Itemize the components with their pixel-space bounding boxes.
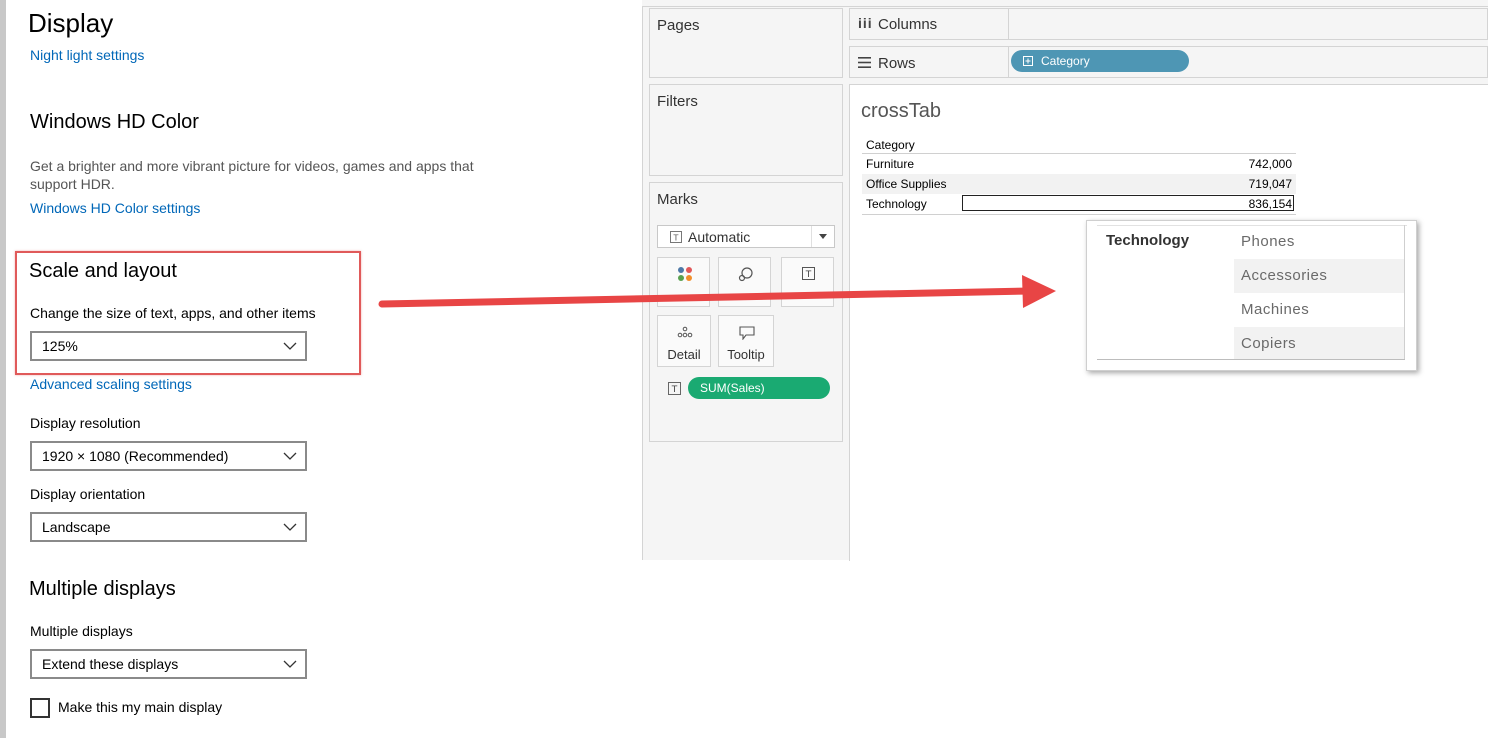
chevron-down-icon xyxy=(283,523,297,531)
mark-type-value: Automatic xyxy=(688,229,751,245)
window-left-edge xyxy=(0,0,6,738)
row-category: Furniture xyxy=(866,157,915,171)
chevron-down-icon xyxy=(283,452,297,460)
chevron-down-icon xyxy=(283,342,297,350)
subcategory-row[interactable]: Copiers xyxy=(1234,327,1404,359)
orientation-dropdown[interactable]: Landscape xyxy=(30,512,307,542)
orientation-label: Display orientation xyxy=(30,486,146,502)
multiple-displays-heading: Multiple displays xyxy=(29,578,176,600)
columns-icon: iii xyxy=(858,15,873,31)
night-light-settings-link[interactable]: Night light settings xyxy=(30,47,144,63)
selected-cell[interactable] xyxy=(962,195,1294,211)
rows-icon xyxy=(858,57,871,68)
subcategory-row[interactable]: Machines xyxy=(1234,293,1404,327)
advanced-scaling-link[interactable]: Advanced scaling settings xyxy=(30,376,192,392)
subcategory-label: Phones xyxy=(1241,233,1295,250)
chevron-down-icon xyxy=(283,660,297,668)
row-value: 742,000 xyxy=(1248,157,1292,171)
main-display-checkbox[interactable] xyxy=(30,698,50,718)
detail-button-label: Detail xyxy=(667,347,701,362)
scale-dropdown[interactable]: 125% xyxy=(30,331,307,361)
zoomed-subcategory-popup: Technology Phones Accessories Machines C… xyxy=(1086,220,1417,371)
columns-drop-area[interactable] xyxy=(1008,9,1487,39)
row-value: 836,154 xyxy=(1248,197,1292,211)
hd-color-description-line2: support HDR. xyxy=(30,176,115,192)
table-row[interactable]: Technology 836,154 xyxy=(862,194,1296,215)
text-encoding-icon: T xyxy=(668,382,681,395)
sheet-title: crossTab xyxy=(861,100,942,122)
columns-label: Columns xyxy=(878,16,938,33)
filters-card[interactable]: Filters xyxy=(649,84,843,176)
hd-color-heading: Windows HD Color xyxy=(30,111,199,133)
rows-label: Rows xyxy=(878,55,916,72)
scale-label: Change the size of text, apps, and other… xyxy=(30,305,316,321)
hd-color-description-line1: Get a brighter and more vibrant picture … xyxy=(30,158,474,174)
row-category: Technology xyxy=(866,197,927,211)
columns-shelf[interactable]: iii Columns xyxy=(849,8,1488,40)
expand-plus-icon[interactable] xyxy=(1023,56,1033,66)
hd-color-settings-link[interactable]: Windows HD Color settings xyxy=(30,200,200,216)
subcategory-label: Copiers xyxy=(1241,335,1297,352)
main-display-checkbox-label: Make this my main display xyxy=(58,699,223,715)
scale-layout-heading: Scale and layout xyxy=(29,260,177,282)
filters-card-title: Filters xyxy=(657,93,698,110)
table-row[interactable]: Furniture 742,000 xyxy=(862,154,1296,174)
subcategory-label: Machines xyxy=(1241,301,1310,318)
text-mark-icon: T xyxy=(670,231,682,243)
crosstab-header: Category xyxy=(866,138,915,152)
subcategory-row[interactable]: Phones xyxy=(1234,225,1404,259)
page-title: Display xyxy=(28,8,114,38)
sum-sales-pill[interactable]: SUM(Sales) xyxy=(688,377,830,399)
pages-card-title: Pages xyxy=(657,17,700,34)
popup-category: Technology xyxy=(1106,232,1190,249)
row-value: 719,047 xyxy=(1248,177,1292,191)
popup-bottom-divider xyxy=(1097,359,1405,360)
orientation-dropdown-value: Landscape xyxy=(42,519,111,535)
tooltip-button-label: Tooltip xyxy=(727,347,765,362)
mark-type-dropdown-button[interactable] xyxy=(811,226,834,247)
category-pill-label: Category xyxy=(1041,54,1090,68)
toolbar-strip xyxy=(642,0,1488,7)
category-pill[interactable]: Category xyxy=(1011,50,1189,72)
resolution-label: Display resolution xyxy=(30,415,141,431)
table-row[interactable]: Office Supplies 719,047 xyxy=(862,174,1296,194)
annotation-arrow xyxy=(378,275,1056,308)
multiple-displays-dropdown-value: Extend these displays xyxy=(42,656,179,672)
scale-dropdown-value: 125% xyxy=(42,338,78,354)
popup-right-divider xyxy=(1404,225,1405,359)
svg-text:T: T xyxy=(673,234,679,243)
row-category: Office Supplies xyxy=(866,177,947,191)
caret-down-icon xyxy=(819,234,827,239)
svg-text:T: T xyxy=(671,385,678,395)
mark-type-dropdown[interactable]: T Automatic xyxy=(657,225,835,248)
pages-card[interactable]: Pages xyxy=(649,8,843,78)
multiple-displays-dropdown[interactable]: Extend these displays xyxy=(30,649,307,679)
subcategory-label: Accessories xyxy=(1241,267,1328,284)
subcategory-row[interactable]: Accessories xyxy=(1234,259,1404,293)
marks-card-title: Marks xyxy=(657,191,698,208)
multiple-displays-label: Multiple displays xyxy=(30,623,133,639)
resolution-dropdown-value: 1920 × 1080 (Recommended) xyxy=(42,448,229,464)
resolution-dropdown[interactable]: 1920 × 1080 (Recommended) xyxy=(30,441,307,471)
